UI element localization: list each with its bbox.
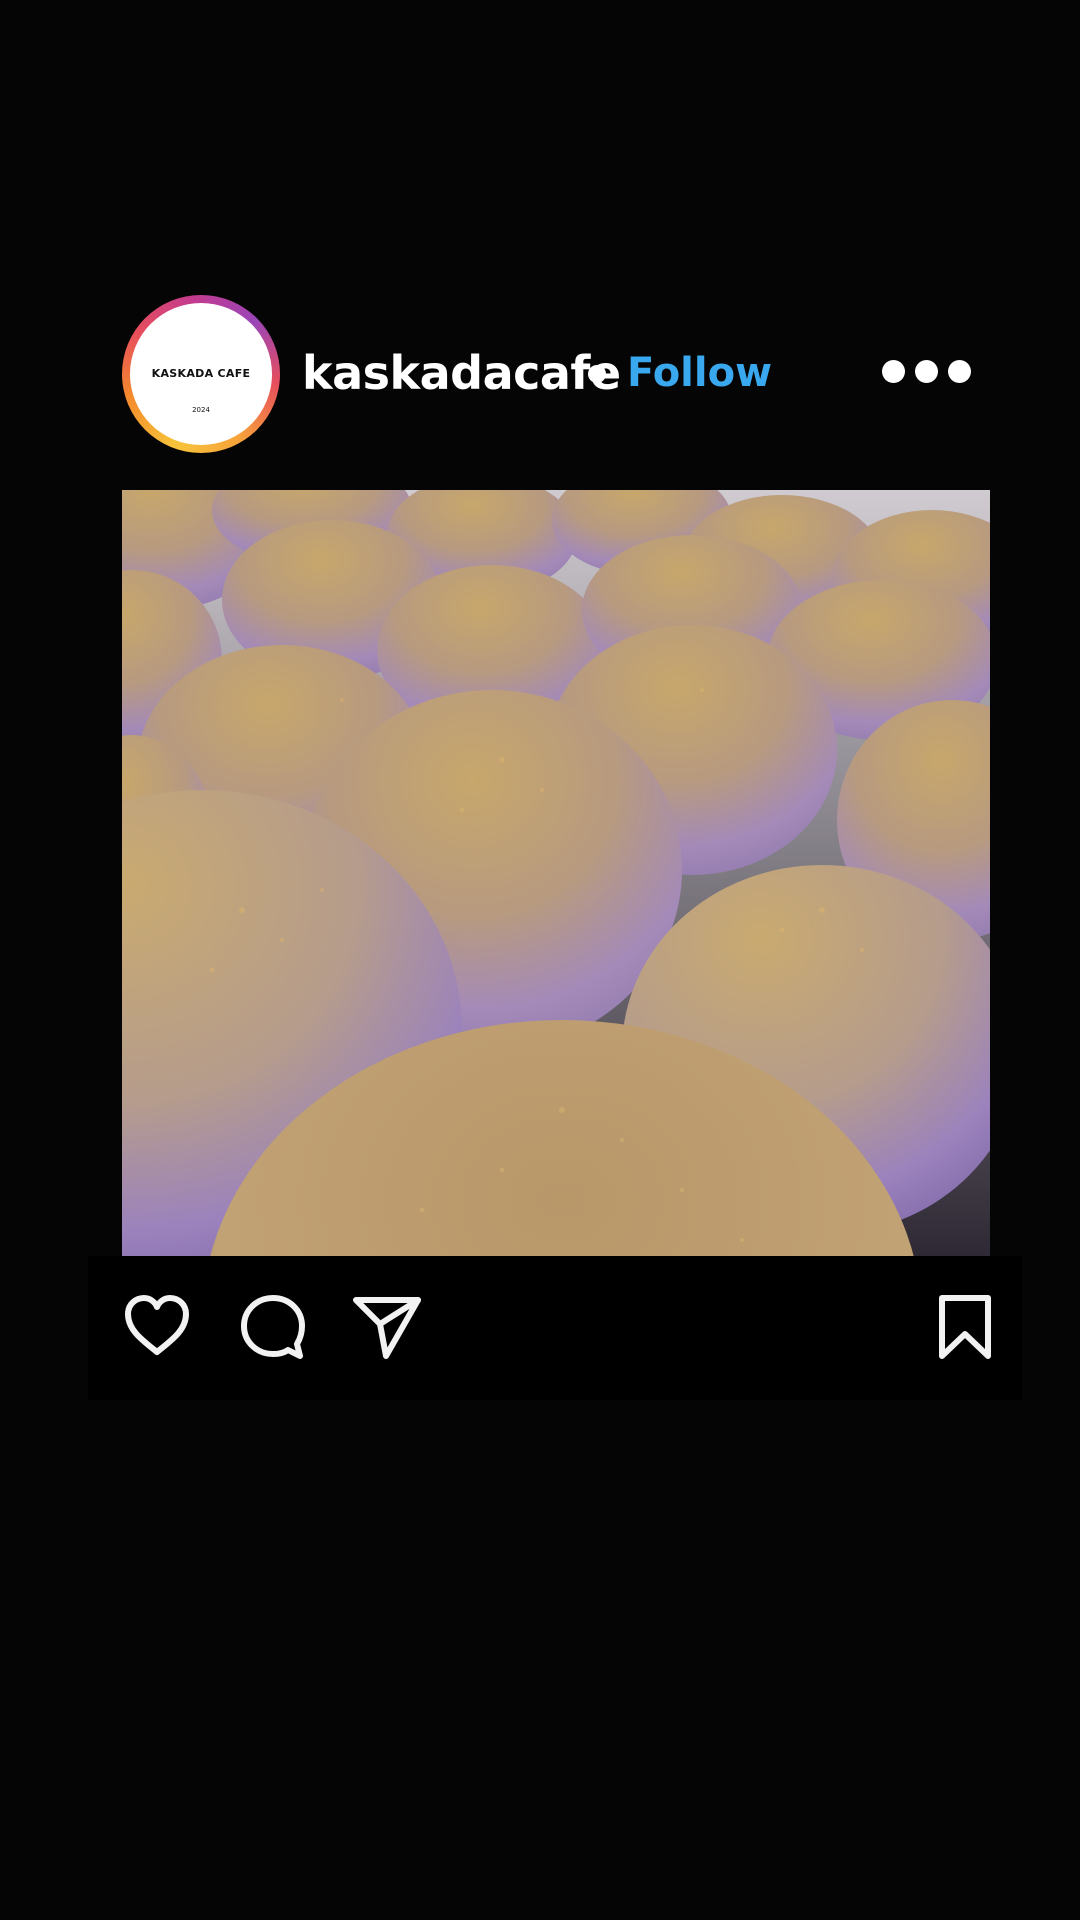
avatar-logo: KASKADA CAFE 2024 — [130, 303, 272, 445]
username[interactable]: kaskadacafe — [302, 345, 621, 401]
post-header: KASKADA CAFE 2024 kaskadacafe Follow — [122, 295, 980, 455]
more-horizontal-icon[interactable] — [882, 357, 972, 387]
avatar[interactable]: KASKADA CAFE 2024 — [122, 295, 280, 453]
post-image[interactable] — [122, 490, 990, 1274]
heart-icon[interactable] — [122, 1292, 192, 1362]
bookmark-icon[interactable] — [930, 1292, 1000, 1362]
avatar-logo-text: KASKADA CAFE — [151, 367, 251, 380]
comment-bubble-icon[interactable] — [238, 1292, 308, 1362]
avatar-logo-year: 2024 — [192, 406, 210, 414]
follow-button[interactable]: Follow — [627, 345, 772, 401]
paper-plane-icon[interactable] — [352, 1292, 422, 1362]
post-action-bar — [88, 1256, 1022, 1400]
separator-dot — [588, 365, 606, 383]
post-screen: KASKADA CAFE 2024 kaskadacafe Follow — [0, 0, 1080, 1920]
